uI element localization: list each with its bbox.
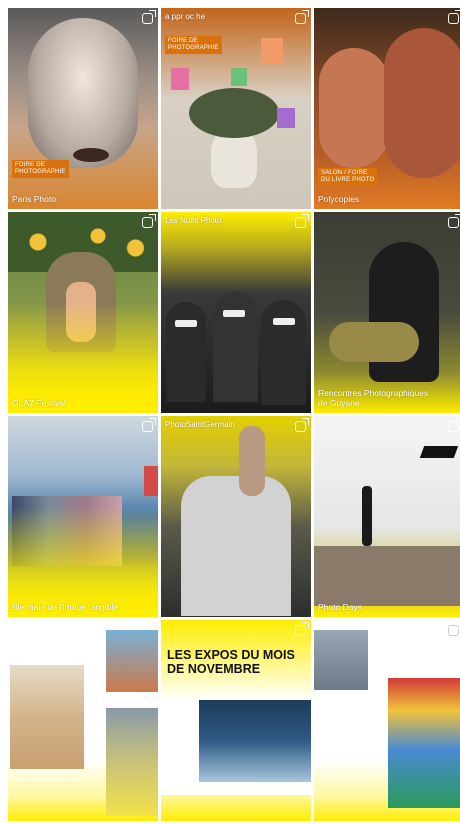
post-paris-photo[interactable]: FOIRE DE PHOTOGRAPHIE Paris Photo	[8, 8, 158, 209]
post-glaz-festival[interactable]: GLAZ Festival	[8, 212, 158, 413]
yellow-gradient	[8, 507, 158, 617]
category-badge: FOIRE DE PHOTOGRAPHIE	[165, 36, 222, 54]
post-rencontres-guyane[interactable]: Rencontres Photographiques de Guyane	[314, 212, 460, 413]
post-approche[interactable]: a ppr oc he FOIRE DE PHOTOGRAPHIE	[161, 8, 311, 209]
post-polycopies[interactable]: SALON / FOIRE DU LIVRE PHOTO Polycopies	[314, 8, 460, 209]
3d-glasses	[223, 310, 245, 317]
multiple-images-icon	[142, 418, 156, 432]
category-badge: SALON / FOIRE DU LIVRE PHOTO	[318, 168, 378, 186]
color-block-pink	[171, 68, 189, 90]
post-caption: GLAZ Festival	[12, 398, 66, 408]
plant	[189, 88, 279, 138]
face-left	[319, 48, 389, 168]
flag	[419, 446, 459, 458]
post-collage-right[interactable]	[314, 620, 460, 821]
3d-glasses	[175, 320, 197, 327]
post-caption: Biennale de l'image tangible	[12, 602, 119, 612]
post-photosaintgermain[interactable]: PhotoSaintGermain	[161, 416, 311, 617]
audience-2	[213, 292, 258, 402]
post-grid: FOIRE DE PHOTOGRAPHIE Paris Photo a ppr …	[8, 8, 460, 824]
post-caption: Polycopies	[318, 194, 360, 204]
multiple-images-icon	[448, 214, 460, 228]
title-heading: LES EXPOS DU MOIS DE NOVEMBRE	[167, 648, 295, 676]
color-block-green	[231, 68, 247, 86]
category-badge: FOIRE DE PHOTOGRAPHIE	[12, 160, 69, 178]
yellow-gradient	[8, 303, 158, 413]
portrait-face	[28, 18, 138, 168]
rooftop	[314, 546, 460, 606]
photo-swimmer	[199, 700, 311, 782]
red-sign	[144, 466, 158, 496]
snake	[329, 322, 419, 362]
multiple-images-icon	[448, 418, 460, 432]
3d-glasses	[273, 318, 295, 325]
photo-portrait	[106, 630, 158, 692]
tshirt-figure	[181, 476, 291, 616]
post-expos-novembre[interactable]: LES EXPOS DU MOIS DE NOVEMBRE	[161, 620, 311, 821]
portrait-lips	[73, 148, 109, 162]
post-caption: Paris Photo	[12, 194, 56, 204]
multiple-images-icon	[142, 10, 156, 24]
photo-blurred	[106, 708, 158, 816]
color-block-purple	[277, 108, 295, 128]
audience-3	[261, 300, 306, 405]
audience-1	[166, 302, 206, 402]
photo-seated-figures	[10, 665, 84, 769]
post-caption: Rencontres Photographiques de Guyane	[318, 388, 429, 408]
multiple-images-icon	[448, 622, 460, 636]
post-top-caption: a ppr oc he	[165, 12, 206, 21]
bottom-yellow-band	[161, 795, 311, 821]
photo-reclining-figure	[314, 630, 368, 690]
face-right	[384, 28, 460, 178]
post-les-nuits-photo[interactable]: Les Nuits Photo	[161, 212, 311, 413]
arm	[239, 426, 265, 496]
post-collage-left[interactable]	[8, 620, 158, 821]
color-block-orange	[261, 38, 283, 64]
post-top-caption: PhotoSaintGermain	[165, 420, 235, 429]
post-photo-days[interactable]: Photo Days	[314, 416, 460, 617]
multiple-images-icon	[142, 214, 156, 228]
post-top-caption: Les Nuits Photo	[165, 216, 222, 225]
multiple-images-icon	[448, 10, 460, 24]
jumping-figure	[362, 486, 372, 546]
post-biennale-image-tangible[interactable]: Biennale de l'image tangible	[8, 416, 158, 617]
photo-carnival-figure	[388, 678, 460, 808]
post-caption: Photo Days	[318, 602, 362, 612]
multiple-images-icon	[295, 622, 309, 636]
